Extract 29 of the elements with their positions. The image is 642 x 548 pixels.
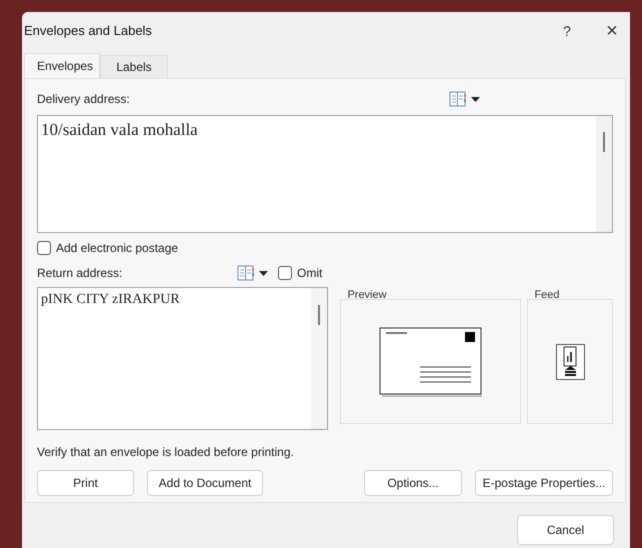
dialog-button[interactable]: Add to Document — [147, 470, 263, 496]
envelope-preview-drawing[interactable] — [378, 326, 483, 396]
dialog-button[interactable]: E-postage Properties... — [475, 470, 613, 496]
window-title: Envelopes and Labels — [24, 22, 153, 40]
tab[interactable]: Envelopes — [24, 53, 100, 78]
checkbox-label: Add electronic postage — [56, 240, 178, 257]
dropdown-caret-icon[interactable] — [471, 96, 480, 102]
envelope-feed-icon[interactable] — [556, 344, 585, 380]
instruction-text: Verify that an envelope is loaded before printing. — [37, 444, 295, 461]
address-text: 10/saidan vala mohalla — [40, 119, 199, 141]
field-label: Return address: — [37, 265, 124, 282]
group-title: Preview — [346, 288, 388, 299]
tab[interactable]: Labels — [100, 55, 168, 78]
group-title: Feed — [533, 288, 561, 299]
help-button[interactable]: ? — [552, 20, 582, 42]
delivery-address-field[interactable]: 10/saidan vala mohalla — [37, 115, 613, 233]
close-button[interactable]: × — [594, 16, 630, 46]
address-text: pINK CITY zIRAKPUR — [40, 291, 181, 309]
return-address-field[interactable]: pINK CITY zIRAKPUR — [37, 287, 328, 430]
checkbox[interactable] — [37, 241, 51, 255]
dropdown-caret-icon[interactable] — [259, 270, 268, 276]
dialog-button[interactable]: Print — [37, 470, 134, 496]
checkbox[interactable] — [278, 266, 292, 280]
field-label: Delivery address: — [37, 91, 131, 108]
dialog-button[interactable]: Options... — [364, 470, 462, 496]
checkbox-label: Omit — [297, 265, 322, 282]
scrollbar[interactable] — [311, 288, 328, 429]
cancel-button[interactable]: Cancel — [517, 515, 614, 545]
scrollbar[interactable] — [596, 116, 612, 232]
